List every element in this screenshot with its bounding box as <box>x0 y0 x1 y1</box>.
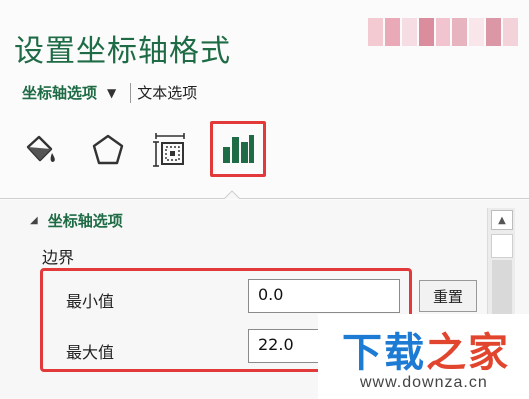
minimum-input[interactable]: 0.0 <box>248 279 400 313</box>
bounds-label: 边界 <box>42 248 75 267</box>
section-header[interactable]: ◢ 坐标轴选项 <box>30 210 123 231</box>
maximum-label: 最大值 <box>66 343 115 362</box>
section-divider <box>0 198 529 199</box>
size-properties-icon[interactable] <box>150 130 190 170</box>
pane-title: 设置坐标轴格式 <box>14 34 231 69</box>
tab-text-options[interactable]: 文本选项 <box>137 82 197 103</box>
watermark-text-part1: 下载 <box>342 330 426 376</box>
scrollbar-thumb[interactable] <box>491 234 513 258</box>
tab-axis-options[interactable]: 坐标轴选项 <box>22 82 97 103</box>
options-tabs: 坐标轴选项 ▼ 文本选项 <box>22 82 197 103</box>
watermark-url: www.downza.cn <box>360 374 488 391</box>
format-axis-pane: 设置坐标轴格式 坐标轴选项 ▼ 文本选项 ◢ 坐标轴选项 边界 最小值 0.0 … <box>0 0 529 399</box>
effects-pentagon-icon[interactable] <box>88 130 128 170</box>
chevron-down-icon[interactable]: ▼ <box>107 86 116 100</box>
censored-region <box>368 18 519 46</box>
scroll-up-arrow-icon[interactable]: ▲ <box>491 210 513 230</box>
section-header-label: 坐标轴选项 <box>47 212 123 230</box>
watermark-logo-text: 下载之家 <box>342 320 510 378</box>
axis-options-bar-chart-icon[interactable] <box>210 121 266 177</box>
minimum-label: 最小值 <box>66 292 115 311</box>
category-icon-bar <box>18 116 518 186</box>
tab-separator <box>130 82 132 103</box>
caret-pointer-icon <box>224 190 240 199</box>
collapse-arrow-icon[interactable]: ◢ <box>30 215 38 226</box>
watermark: 下载之家 www.downza.cn <box>318 314 529 399</box>
watermark-text-part2: 之家 <box>426 330 510 376</box>
reset-button[interactable]: 重置 <box>419 280 477 312</box>
fill-line-icon[interactable] <box>20 130 60 170</box>
